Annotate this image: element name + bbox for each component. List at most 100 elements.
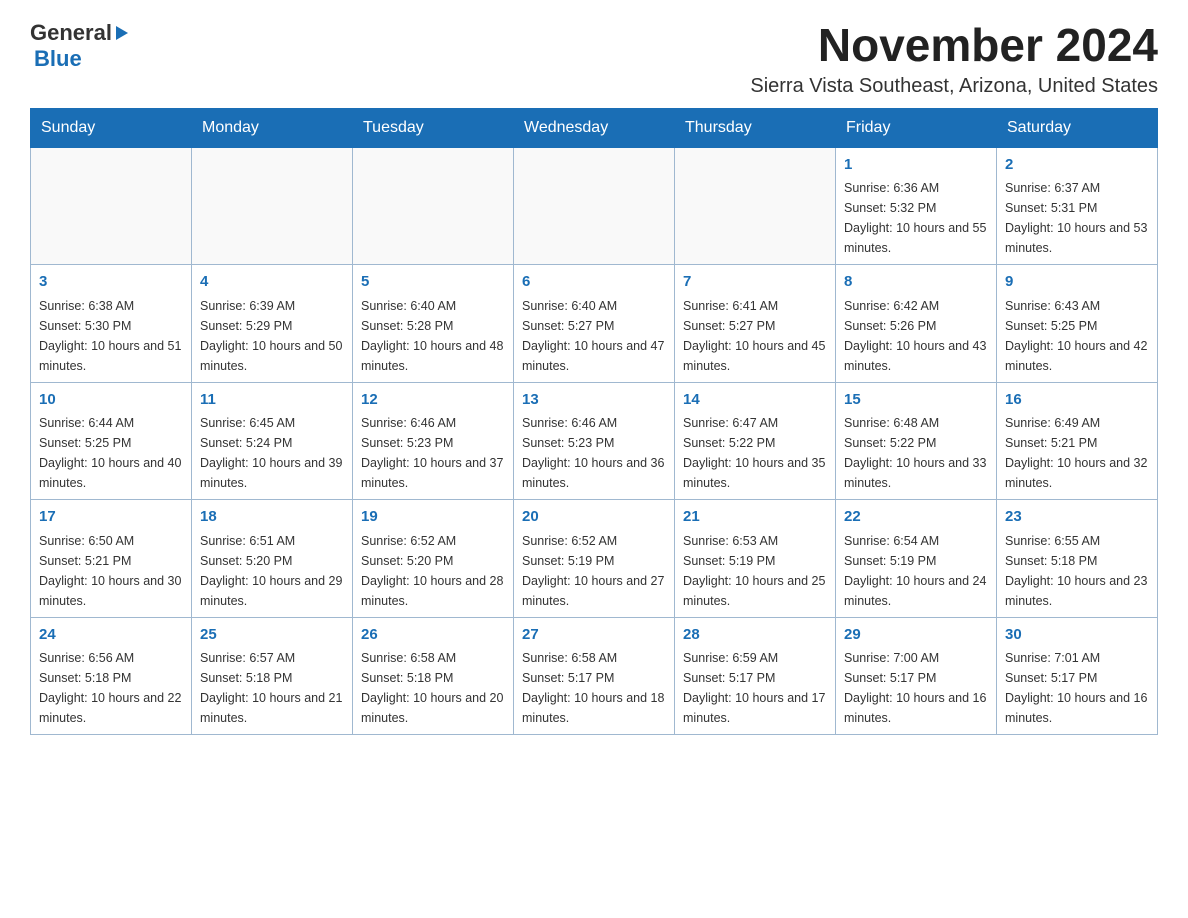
day-number: 12 <box>361 389 505 412</box>
calendar-cell: 15Sunrise: 6:48 AMSunset: 5:22 PMDayligh… <box>836 382 997 500</box>
calendar-cell: 25Sunrise: 6:57 AMSunset: 5:18 PMDayligh… <box>192 617 353 735</box>
calendar-cell: 18Sunrise: 6:51 AMSunset: 5:20 PMDayligh… <box>192 500 353 618</box>
calendar-cell: 1Sunrise: 6:36 AMSunset: 5:32 PMDaylight… <box>836 147 997 265</box>
day-number: 3 <box>39 271 183 294</box>
calendar-cell <box>514 147 675 265</box>
calendar-cell: 17Sunrise: 6:50 AMSunset: 5:21 PMDayligh… <box>31 500 192 618</box>
day-info: Sunrise: 6:39 AMSunset: 5:29 PMDaylight:… <box>200 296 344 376</box>
day-number: 18 <box>200 506 344 529</box>
day-info: Sunrise: 6:52 AMSunset: 5:20 PMDaylight:… <box>361 531 505 611</box>
calendar-cell: 6Sunrise: 6:40 AMSunset: 5:27 PMDaylight… <box>514 265 675 383</box>
calendar-cell: 30Sunrise: 7:01 AMSunset: 5:17 PMDayligh… <box>997 617 1158 735</box>
day-number: 27 <box>522 624 666 647</box>
day-info: Sunrise: 6:49 AMSunset: 5:21 PMDaylight:… <box>1005 413 1149 493</box>
day-info: Sunrise: 6:43 AMSunset: 5:25 PMDaylight:… <box>1005 296 1149 376</box>
day-number: 17 <box>39 506 183 529</box>
header-monday: Monday <box>192 108 353 147</box>
day-info: Sunrise: 7:01 AMSunset: 5:17 PMDaylight:… <box>1005 648 1149 728</box>
calendar-cell: 12Sunrise: 6:46 AMSunset: 5:23 PMDayligh… <box>353 382 514 500</box>
day-number: 24 <box>39 624 183 647</box>
calendar-cell <box>31 147 192 265</box>
header-friday: Friday <box>836 108 997 147</box>
day-number: 26 <box>361 624 505 647</box>
day-info: Sunrise: 6:54 AMSunset: 5:19 PMDaylight:… <box>844 531 988 611</box>
calendar-cell: 21Sunrise: 6:53 AMSunset: 5:19 PMDayligh… <box>675 500 836 618</box>
calendar-cell: 28Sunrise: 6:59 AMSunset: 5:17 PMDayligh… <box>675 617 836 735</box>
location-title: Sierra Vista Southeast, Arizona, United … <box>750 75 1158 98</box>
day-number: 7 <box>683 271 827 294</box>
week-row-5: 24Sunrise: 6:56 AMSunset: 5:18 PMDayligh… <box>31 617 1158 735</box>
day-info: Sunrise: 6:45 AMSunset: 5:24 PMDaylight:… <box>200 413 344 493</box>
calendar-cell <box>192 147 353 265</box>
day-info: Sunrise: 6:53 AMSunset: 5:19 PMDaylight:… <box>683 531 827 611</box>
day-number: 6 <box>522 271 666 294</box>
day-number: 10 <box>39 389 183 412</box>
day-number: 23 <box>1005 506 1149 529</box>
day-number: 9 <box>1005 271 1149 294</box>
day-number: 15 <box>844 389 988 412</box>
day-number: 29 <box>844 624 988 647</box>
day-number: 2 <box>1005 154 1149 177</box>
header-tuesday: Tuesday <box>353 108 514 147</box>
day-info: Sunrise: 6:58 AMSunset: 5:17 PMDaylight:… <box>522 648 666 728</box>
calendar-cell: 14Sunrise: 6:47 AMSunset: 5:22 PMDayligh… <box>675 382 836 500</box>
calendar-cell: 23Sunrise: 6:55 AMSunset: 5:18 PMDayligh… <box>997 500 1158 618</box>
week-row-2: 3Sunrise: 6:38 AMSunset: 5:30 PMDaylight… <box>31 265 1158 383</box>
day-number: 20 <box>522 506 666 529</box>
title-area: November 2024 Sierra Vista Southeast, Ar… <box>750 20 1158 98</box>
day-info: Sunrise: 6:50 AMSunset: 5:21 PMDaylight:… <box>39 531 183 611</box>
day-info: Sunrise: 6:38 AMSunset: 5:30 PMDaylight:… <box>39 296 183 376</box>
header-thursday: Thursday <box>675 108 836 147</box>
day-number: 13 <box>522 389 666 412</box>
day-number: 25 <box>200 624 344 647</box>
day-info: Sunrise: 6:59 AMSunset: 5:17 PMDaylight:… <box>683 648 827 728</box>
day-info: Sunrise: 6:41 AMSunset: 5:27 PMDaylight:… <box>683 296 827 376</box>
day-number: 5 <box>361 271 505 294</box>
calendar-cell: 11Sunrise: 6:45 AMSunset: 5:24 PMDayligh… <box>192 382 353 500</box>
week-row-4: 17Sunrise: 6:50 AMSunset: 5:21 PMDayligh… <box>31 500 1158 618</box>
day-info: Sunrise: 6:37 AMSunset: 5:31 PMDaylight:… <box>1005 178 1149 258</box>
day-info: Sunrise: 6:48 AMSunset: 5:22 PMDaylight:… <box>844 413 988 493</box>
day-info: Sunrise: 6:57 AMSunset: 5:18 PMDaylight:… <box>200 648 344 728</box>
header-sunday: Sunday <box>31 108 192 147</box>
calendar-cell: 3Sunrise: 6:38 AMSunset: 5:30 PMDaylight… <box>31 265 192 383</box>
week-row-3: 10Sunrise: 6:44 AMSunset: 5:25 PMDayligh… <box>31 382 1158 500</box>
calendar-table: SundayMondayTuesdayWednesdayThursdayFrid… <box>30 108 1158 736</box>
day-number: 21 <box>683 506 827 529</box>
day-info: Sunrise: 6:40 AMSunset: 5:27 PMDaylight:… <box>522 296 666 376</box>
header-saturday: Saturday <box>997 108 1158 147</box>
day-info: Sunrise: 6:51 AMSunset: 5:20 PMDaylight:… <box>200 531 344 611</box>
logo: General Blue <box>30 20 128 72</box>
day-number: 16 <box>1005 389 1149 412</box>
day-number: 11 <box>200 389 344 412</box>
page-header: General Blue November 2024 Sierra Vista … <box>30 20 1158 98</box>
header-wednesday: Wednesday <box>514 108 675 147</box>
day-info: Sunrise: 6:47 AMSunset: 5:22 PMDaylight:… <box>683 413 827 493</box>
day-number: 14 <box>683 389 827 412</box>
day-info: Sunrise: 7:00 AMSunset: 5:17 PMDaylight:… <box>844 648 988 728</box>
day-number: 8 <box>844 271 988 294</box>
calendar-cell: 29Sunrise: 7:00 AMSunset: 5:17 PMDayligh… <box>836 617 997 735</box>
logo-general-text: General <box>30 20 112 46</box>
calendar-cell: 5Sunrise: 6:40 AMSunset: 5:28 PMDaylight… <box>353 265 514 383</box>
calendar-cell: 26Sunrise: 6:58 AMSunset: 5:18 PMDayligh… <box>353 617 514 735</box>
day-number: 22 <box>844 506 988 529</box>
calendar-cell: 27Sunrise: 6:58 AMSunset: 5:17 PMDayligh… <box>514 617 675 735</box>
calendar-header-row: SundayMondayTuesdayWednesdayThursdayFrid… <box>31 108 1158 147</box>
calendar-cell: 2Sunrise: 6:37 AMSunset: 5:31 PMDaylight… <box>997 147 1158 265</box>
calendar-cell: 10Sunrise: 6:44 AMSunset: 5:25 PMDayligh… <box>31 382 192 500</box>
calendar-cell: 19Sunrise: 6:52 AMSunset: 5:20 PMDayligh… <box>353 500 514 618</box>
calendar-cell: 8Sunrise: 6:42 AMSunset: 5:26 PMDaylight… <box>836 265 997 383</box>
day-number: 28 <box>683 624 827 647</box>
day-info: Sunrise: 6:46 AMSunset: 5:23 PMDaylight:… <box>522 413 666 493</box>
day-info: Sunrise: 6:52 AMSunset: 5:19 PMDaylight:… <box>522 531 666 611</box>
month-title: November 2024 <box>750 20 1158 71</box>
calendar-cell: 20Sunrise: 6:52 AMSunset: 5:19 PMDayligh… <box>514 500 675 618</box>
logo-arrow-icon <box>116 26 128 40</box>
calendar-cell <box>675 147 836 265</box>
logo-blue-text: Blue <box>34 46 128 72</box>
week-row-1: 1Sunrise: 6:36 AMSunset: 5:32 PMDaylight… <box>31 147 1158 265</box>
day-info: Sunrise: 6:46 AMSunset: 5:23 PMDaylight:… <box>361 413 505 493</box>
day-info: Sunrise: 6:56 AMSunset: 5:18 PMDaylight:… <box>39 648 183 728</box>
day-number: 4 <box>200 271 344 294</box>
